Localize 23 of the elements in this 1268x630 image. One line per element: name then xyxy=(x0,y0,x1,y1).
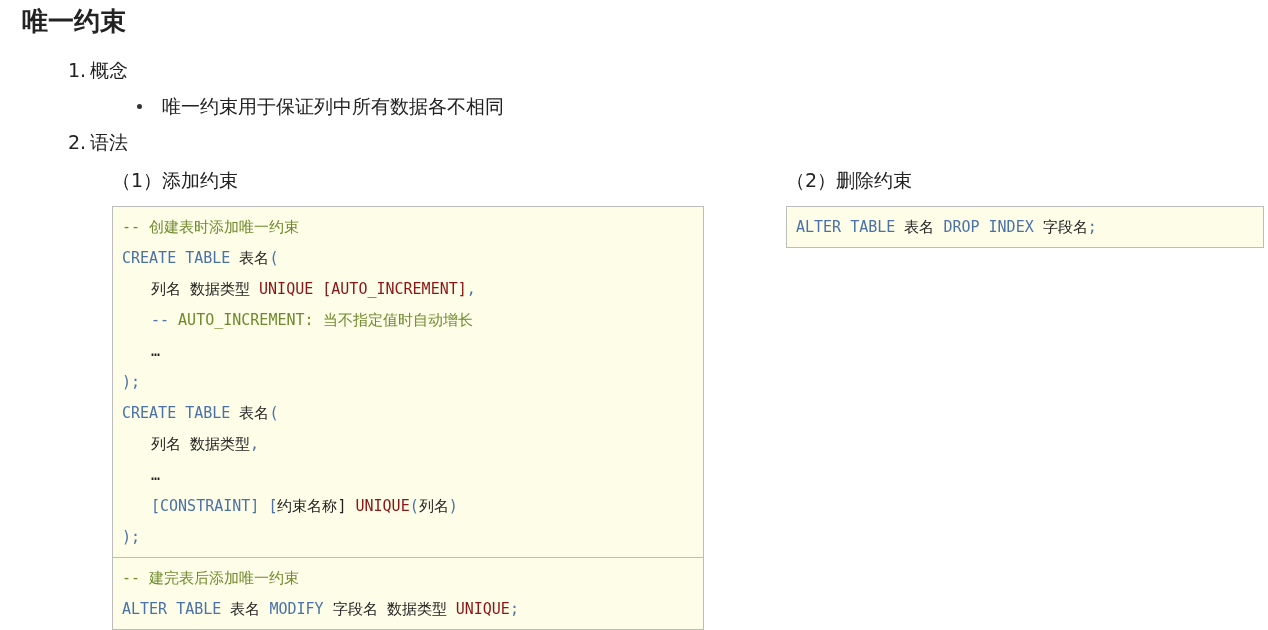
code-line: CREATE TABLE 表名( xyxy=(122,248,280,269)
code-line: … xyxy=(150,341,162,362)
code-line: … xyxy=(150,465,162,486)
subsection-heading: （1）添加约束 xyxy=(112,168,240,193)
code-line: -- 建完表后添加唯一约束 xyxy=(122,568,301,589)
code-line: ALTER TABLE 表名 DROP INDEX 字段名; xyxy=(796,217,1098,238)
code-line: 列名 数据类型 UNIQUE [AUTO_INCREMENT], xyxy=(150,279,477,300)
code-line: ALTER TABLE 表名 MODIFY 字段名 数据类型 UNIQUE; xyxy=(122,599,520,620)
code-line: ); xyxy=(122,372,142,393)
code-line: -- AUTO_INCREMENT: 当不指定值时自动增长 xyxy=(150,310,474,331)
code-line: -- 创建表时添加唯一约束 xyxy=(122,217,301,238)
code-line: CREATE TABLE 表名( xyxy=(122,403,280,424)
subsection-heading: （2）删除约束 xyxy=(786,168,914,193)
list-number: 1. xyxy=(68,58,87,83)
bullet-text: 唯一约束用于保证列中所有数据各不相同 xyxy=(162,94,504,119)
bullet-icon xyxy=(137,103,142,109)
code-line: 列名 数据类型, xyxy=(150,434,261,455)
page-title: 唯一约束 xyxy=(22,5,127,38)
code-line: ); xyxy=(122,527,142,548)
list-number: 2. xyxy=(68,130,87,155)
code-line: [CONSTRAINT] [约束名称] UNIQUE(列名) xyxy=(150,496,459,517)
section-heading: 语法 xyxy=(90,130,129,155)
section-heading: 概念 xyxy=(90,58,129,83)
